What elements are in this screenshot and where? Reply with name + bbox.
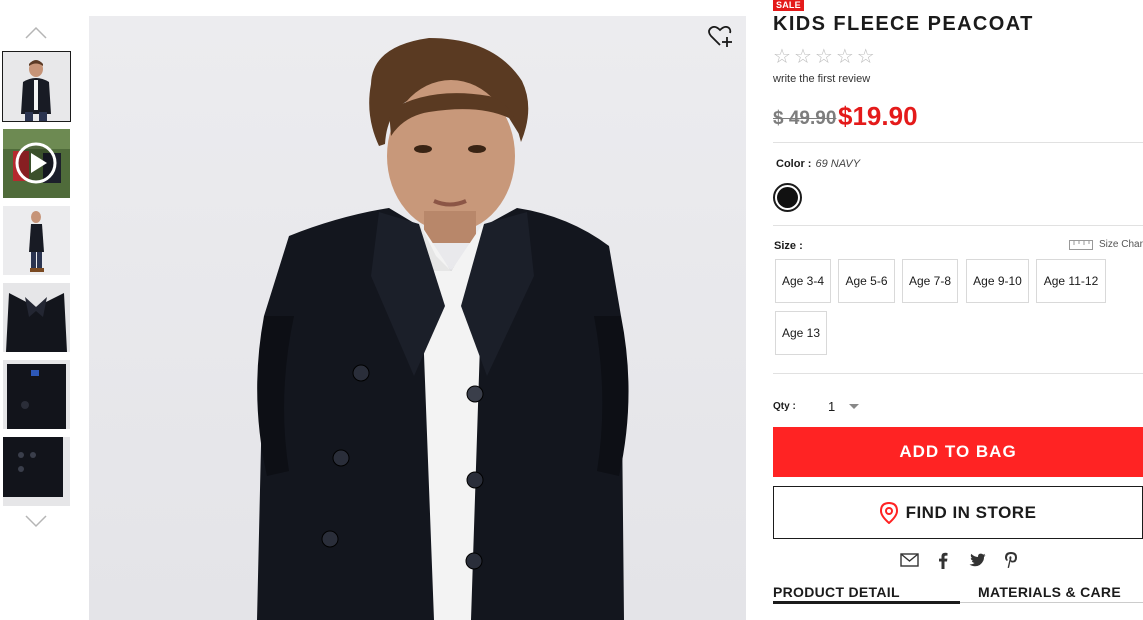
color-swatch-navy[interactable] — [773, 183, 802, 212]
size-option-age-5-6[interactable]: Age 5-6 — [838, 259, 895, 303]
thumbnail-collar-detail[interactable] — [3, 283, 70, 352]
add-to-bag-button[interactable]: ADD TO BAG — [773, 427, 1143, 477]
tab-product-detail[interactable]: PRODUCT DETAIL — [773, 584, 900, 600]
size-label: Size : — [774, 240, 803, 252]
twitter-icon[interactable] — [967, 551, 987, 569]
qty-label: Qty : — [773, 401, 796, 412]
active-tab-indicator — [773, 601, 960, 604]
pinterest-icon[interactable] — [1001, 551, 1021, 569]
email-icon[interactable] — [899, 551, 919, 569]
original-price: $ 49.90 — [773, 108, 837, 129]
ruler-icon — [1069, 239, 1093, 250]
thumbnail-lining-detail[interactable] — [3, 360, 70, 429]
tab-materials-care[interactable]: MATERIALS & CARE — [978, 584, 1121, 600]
share-icons — [899, 551, 1021, 569]
product-photo — [257, 38, 629, 620]
find-in-store-label: FIND IN STORE — [905, 502, 1037, 522]
sale-price: $19.90 — [838, 101, 918, 131]
add-to-wishlist-icon[interactable] — [708, 25, 734, 48]
thumbnail-front-view[interactable] — [2, 51, 71, 122]
star-icon: ☆ — [856, 44, 875, 68]
divider — [773, 142, 1143, 143]
color-label-row: Color :69 NAVY — [776, 158, 860, 170]
color-value: 69 NAVY — [815, 158, 861, 170]
divider — [773, 373, 1143, 374]
location-pin-icon — [879, 501, 898, 524]
swatch-dot — [777, 187, 798, 208]
qty-dropdown[interactable]: 1 — [828, 397, 868, 415]
star-icon: ☆ — [835, 44, 854, 68]
main-product-image[interactable] — [89, 16, 746, 620]
divider — [773, 225, 1143, 226]
size-option-age-7-8[interactable]: Age 7-8 — [902, 259, 958, 303]
thumbnail-side-view[interactable] — [3, 206, 70, 275]
size-option-age-3-4[interactable]: Age 3-4 — [775, 259, 831, 303]
color-label: Color : — [776, 158, 812, 170]
chevron-down-icon — [849, 403, 860, 409]
star-icon: ☆ — [814, 44, 833, 68]
thumbnail-button-detail[interactable] — [3, 437, 70, 506]
size-option-age-13[interactable]: Age 13 — [775, 311, 827, 355]
size-option-age-11-12[interactable]: Age 11-12 — [1036, 259, 1106, 303]
size-chart-label: Size Chart — [1099, 239, 1143, 250]
facebook-icon[interactable] — [933, 551, 953, 569]
size-option-age-9-10[interactable]: Age 9-10 — [966, 259, 1029, 303]
rating-stars[interactable]: ☆ ☆ ☆ ☆ ☆ — [773, 46, 875, 66]
tab-divider-line — [960, 602, 1143, 603]
star-icon: ☆ — [793, 44, 812, 68]
thumbnails-up-arrow-icon[interactable] — [25, 26, 47, 40]
star-icon: ☆ — [773, 44, 791, 68]
write-review-link[interactable]: write the first review — [773, 73, 870, 85]
qty-value: 1 — [828, 398, 836, 414]
thumbnail-video[interactable] — [3, 129, 70, 198]
sale-badge: SALE — [773, 0, 804, 11]
size-chart-link[interactable]: Size Chart — [1069, 239, 1143, 250]
product-title: KIDS FLEECE PEACOAT — [773, 13, 1034, 35]
thumbnails-down-arrow-icon[interactable] — [25, 514, 47, 528]
find-in-store-button[interactable]: FIND IN STORE — [773, 486, 1143, 539]
